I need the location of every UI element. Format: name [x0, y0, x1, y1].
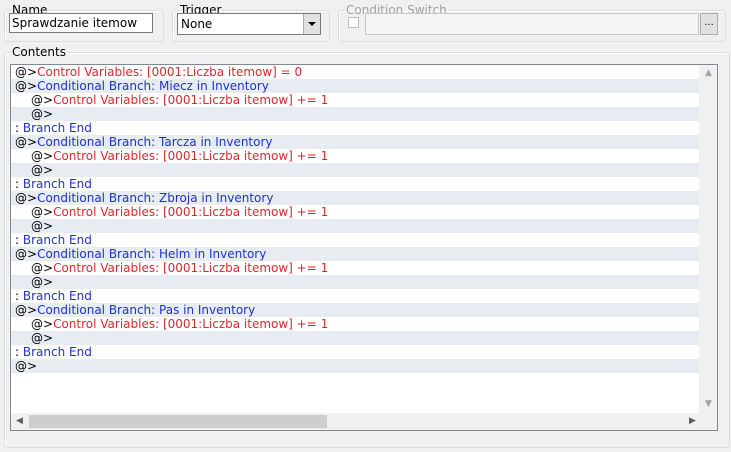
command-row[interactable]: @>Conditional Branch: Tarcza in Inventor…	[11, 135, 700, 149]
command-text: Control Variables: [0001:Liczba itemow] …	[53, 317, 329, 331]
trigger-selected-value: None	[181, 17, 213, 31]
command-text: Conditional Branch: Miecz in Inventory	[37, 79, 269, 93]
scroll-down-icon[interactable]: ▼	[700, 396, 717, 413]
command-marker: @>	[15, 359, 38, 373]
condition-switch-field	[365, 13, 699, 35]
command-marker: @>	[31, 149, 54, 163]
command-text: Conditional Branch: Zbroja in Inventory	[37, 191, 274, 205]
command-text: Control Variables: [0001:Liczba itemow] …	[53, 261, 329, 275]
command-row[interactable]: @>	[11, 163, 700, 177]
trigger-dropdown-button[interactable]	[303, 14, 320, 34]
command-text: Branch End	[22, 121, 92, 135]
trigger-select[interactable]: None	[177, 13, 321, 35]
command-row[interactable]: : Branch End	[11, 345, 700, 359]
command-row[interactable]: @>Control Variables: [0001:Liczba itemow…	[11, 317, 700, 331]
command-row[interactable]: @>Control Variables: [0001:Liczba itemow…	[11, 65, 700, 79]
command-text: Conditional Branch: Pas in Inventory	[37, 303, 256, 317]
command-row[interactable]: @>Control Variables: [0001:Liczba itemow…	[11, 261, 700, 275]
command-marker: @>	[31, 275, 54, 289]
command-marker: :	[15, 233, 23, 247]
command-rows: @>Control Variables: [0001:Liczba itemow…	[11, 65, 700, 373]
command-row[interactable]: @>Conditional Branch: Zbroja in Inventor…	[11, 191, 700, 205]
command-text: Control Variables: [0001:Liczba itemow] …	[53, 149, 329, 163]
command-row[interactable]: @>Conditional Branch: Pas in Inventory	[11, 303, 700, 317]
command-text: Control Variables: [0001:Liczba itemow] …	[53, 205, 329, 219]
scroll-up-icon[interactable]: ▲	[700, 65, 717, 82]
command-marker: @>	[31, 331, 54, 345]
condition-switch-browse-button[interactable]: ...	[700, 13, 718, 35]
command-text: Conditional Branch: Helm in Inventory	[37, 247, 267, 261]
command-marker: @>	[15, 79, 38, 93]
horizontal-scrollbar[interactable]: ◀ ▶	[11, 413, 701, 430]
command-row[interactable]: @>Control Variables: [0001:Liczba itemow…	[11, 205, 700, 219]
command-marker: :	[15, 289, 23, 303]
chevron-down-icon	[308, 22, 316, 26]
command-marker: @>	[31, 261, 54, 275]
command-text: Branch End	[22, 289, 92, 303]
command-marker: @>	[31, 163, 54, 177]
command-row[interactable]: @>	[11, 219, 700, 233]
command-row[interactable]: @>Conditional Branch: Helm in Inventory	[11, 247, 700, 261]
command-row[interactable]: : Branch End	[11, 121, 700, 135]
command-marker: @>	[31, 317, 54, 331]
command-text: Control Variables: [0001:Liczba itemow] …	[37, 65, 303, 79]
command-row[interactable]: : Branch End	[11, 289, 700, 303]
command-marker: @>	[31, 219, 54, 233]
command-text: Control Variables: [0001:Liczba itemow] …	[53, 93, 329, 107]
command-marker: @>	[15, 65, 38, 79]
horizontal-scroll-thumb[interactable]	[29, 415, 327, 428]
command-marker: :	[15, 345, 23, 359]
vertical-scrollbar[interactable]: ▲ ▼	[699, 65, 717, 413]
command-marker: @>	[15, 191, 38, 205]
command-text: Branch End	[22, 345, 92, 359]
command-row[interactable]: @>Control Variables: [0001:Liczba itemow…	[11, 93, 700, 107]
command-text: Conditional Branch: Tarcza in Inventory	[37, 135, 273, 149]
command-marker: @>	[31, 107, 54, 121]
event-name-input[interactable]: Sprawdzanie itemow	[9, 13, 153, 33]
command-marker: @>	[31, 93, 54, 107]
command-row[interactable]: @>	[11, 275, 700, 289]
condition-switch-checkbox[interactable]	[348, 17, 359, 28]
command-row[interactable]: @>	[11, 107, 700, 121]
command-marker: @>	[31, 205, 54, 219]
contents-label: Contents	[12, 45, 66, 59]
command-row[interactable]: : Branch End	[11, 177, 700, 191]
command-text: Branch End	[22, 177, 92, 191]
command-marker: @>	[15, 303, 38, 317]
command-row[interactable]: @>	[11, 359, 700, 373]
command-row[interactable]: : Branch End	[11, 233, 700, 247]
command-row[interactable]: @>Conditional Branch: Miecz in Inventory	[11, 79, 700, 93]
scrollbar-corner	[700, 413, 717, 430]
scroll-right-icon[interactable]: ▶	[684, 413, 701, 430]
event-commands-list[interactable]: @>Control Variables: [0001:Liczba itemow…	[10, 64, 718, 431]
command-marker: @>	[15, 247, 38, 261]
command-row[interactable]: @>Control Variables: [0001:Liczba itemow…	[11, 149, 700, 163]
command-marker: @>	[15, 135, 38, 149]
command-text: Branch End	[22, 233, 92, 247]
command-row[interactable]: @>	[11, 331, 700, 345]
command-marker: :	[15, 177, 23, 191]
scroll-left-icon[interactable]: ◀	[11, 413, 28, 430]
command-marker: :	[15, 121, 23, 135]
